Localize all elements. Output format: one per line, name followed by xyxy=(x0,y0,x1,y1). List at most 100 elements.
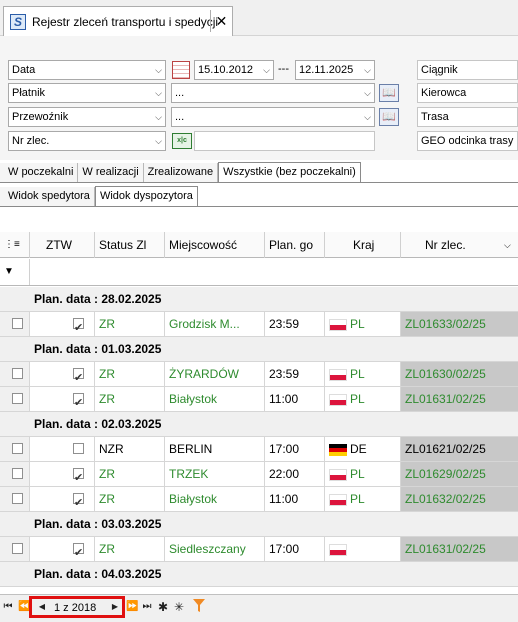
country-flag-icon xyxy=(329,443,347,456)
date-from-picker[interactable]: 15.10.2012 ⌵ xyxy=(194,60,274,80)
group-row[interactable]: Plan. data : 01.03.2025 xyxy=(0,337,518,362)
city-cell: Siedleszczany xyxy=(165,537,265,561)
book-lookup-icon[interactable]: 📖 xyxy=(379,108,399,126)
column-header-country[interactable]: Kraj xyxy=(325,232,401,258)
column-header-status[interactable]: Status Zl xyxy=(95,232,165,258)
country-cell: PL xyxy=(325,312,401,336)
chevron-down-icon: ⌵ xyxy=(364,65,371,75)
column-header-city[interactable]: Miejscowość xyxy=(165,232,265,258)
record-navigator: ⏮ ⏪ ◀ 1 z 2018 ▶ ⏩ ⏭ ✱ ✳ xyxy=(0,594,518,622)
column-header-plan-time[interactable]: Plan. go xyxy=(265,232,325,258)
row-selector[interactable] xyxy=(0,312,30,336)
filter-icon[interactable] xyxy=(193,599,205,613)
row-select-checkbox[interactable] xyxy=(12,493,23,504)
grid-header: ⋮≡ ZTW Status Zl Miejscowość Plan. go Kr… xyxy=(0,232,518,258)
country-cell: PL xyxy=(325,487,401,511)
chevron-down-icon: ⌵ xyxy=(263,65,270,75)
document-tab[interactable]: S Rejestr zleceń transportu i spedycji ✕ xyxy=(3,6,233,36)
status-cell: ZR xyxy=(95,312,165,336)
date-to-picker[interactable]: 12.11.2025 ⌵ xyxy=(295,60,375,80)
status-cell: ZR xyxy=(95,537,165,561)
tab-dispatcher-view[interactable]: Widok dyspozytora xyxy=(94,186,198,206)
table-row[interactable]: ZRGrodzisk M...23:59 PL ZL01633/02/25 xyxy=(0,312,518,337)
group-row[interactable]: Plan. data : 28.02.2025 xyxy=(0,287,518,312)
ztw-checkbox[interactable] xyxy=(73,316,84,336)
last-page-icon[interactable]: ⏭ xyxy=(141,599,153,615)
country-code: DE xyxy=(350,442,367,456)
edit-record-icon[interactable]: ✳ xyxy=(174,599,184,615)
ztw-cell xyxy=(30,437,95,461)
row-select-checkbox[interactable] xyxy=(12,543,23,554)
column-header-order-number[interactable]: Nr zlec. xyxy=(401,232,518,258)
book-lookup-icon[interactable]: 📖 xyxy=(379,84,399,102)
payer-value-select[interactable]: ... ⌵ xyxy=(171,83,375,103)
group-row[interactable]: Plan. data : 03.03.2025 xyxy=(0,512,518,537)
excel-icon[interactable]: x|c xyxy=(172,133,192,149)
row-select-checkbox[interactable] xyxy=(12,368,23,379)
prev-group-icon[interactable]: ⏪ xyxy=(18,599,30,615)
payer-select[interactable]: Płatnik ⌵ xyxy=(8,83,166,103)
row-selector[interactable] xyxy=(0,362,30,386)
order-number-cell: ZL01629/02/25 xyxy=(401,462,518,486)
ztw-checkbox[interactable] xyxy=(73,443,84,454)
ztw-checkbox[interactable] xyxy=(73,366,84,386)
ztw-checkbox[interactable] xyxy=(73,391,84,411)
row-selector[interactable] xyxy=(0,387,30,411)
row-selector[interactable] xyxy=(0,462,30,486)
date-to-value: 12.11.2025 xyxy=(299,64,354,76)
order-number-cell: ZL01631/02/25 xyxy=(401,387,518,411)
ztw-checkbox[interactable] xyxy=(73,491,84,511)
carrier-value-select[interactable]: ... ⌵ xyxy=(171,107,375,127)
row-selector[interactable] xyxy=(0,487,30,511)
close-tab-icon[interactable]: ✕ xyxy=(210,10,232,32)
filter-funnel-icon[interactable]: ▼ xyxy=(0,259,30,285)
column-header-ztw[interactable]: ZTW xyxy=(30,232,95,258)
geo-route-filter[interactable]: GEO odcinka trasy xyxy=(417,131,518,151)
calendar-icon[interactable] xyxy=(172,61,190,79)
tab-all[interactable]: Wszystkie (bez poczekalni) xyxy=(218,162,361,182)
carrier-select[interactable]: Przewoźnik ⌵ xyxy=(8,107,166,127)
table-row[interactable]: NZR BERLIN 17:00 DE ZL01621/02/25 xyxy=(0,437,518,462)
column-chooser-icon[interactable]: ⋮≡ xyxy=(0,232,30,258)
country-code: PL xyxy=(350,492,365,506)
add-record-icon[interactable]: ✱ xyxy=(158,599,168,615)
plan-time-cell: 11:00 xyxy=(265,387,325,411)
route-filter[interactable]: Trasa xyxy=(417,107,518,127)
order-number-input[interactable] xyxy=(194,131,375,151)
tractor-filter[interactable]: Ciągnik xyxy=(417,60,518,80)
row-select-checkbox[interactable] xyxy=(12,468,23,479)
ztw-checkbox[interactable] xyxy=(73,541,84,561)
tab-waiting[interactable]: W poczekalni xyxy=(0,163,79,182)
date-type-select[interactable]: Data ⌵ xyxy=(8,60,166,80)
tab-forwarder-view[interactable]: Widok spedytora xyxy=(0,187,95,206)
tab-completed[interactable]: Zrealizowane xyxy=(143,163,219,182)
row-selector[interactable] xyxy=(0,437,30,461)
row-select-checkbox[interactable] xyxy=(12,393,23,404)
country-cell xyxy=(325,537,401,561)
table-row[interactable]: ZRTRZEK22:00 PL ZL01629/02/25 xyxy=(0,462,518,487)
row-select-checkbox[interactable] xyxy=(12,443,23,454)
table-row[interactable]: ZRŻYRARDÓW23:59 PL ZL01630/02/25 xyxy=(0,362,518,387)
status-tabs: W poczekalni W realizacji Zrealizowane W… xyxy=(0,162,361,182)
next-group-icon[interactable]: ⏩ xyxy=(126,599,138,615)
table-row[interactable]: ZRBiałystok11:00 PL ZL01631/02/25 xyxy=(0,387,518,412)
status-cell: NZR xyxy=(95,437,165,461)
tab-in-progress[interactable]: W realizacji xyxy=(78,163,144,182)
ztw-checkbox[interactable] xyxy=(73,466,84,486)
group-row[interactable]: Plan. data : 02.03.2025 xyxy=(0,412,518,437)
table-row[interactable]: ZRSiedleszczany17:00 ZL01631/02/25 xyxy=(0,537,518,562)
group-label: Plan. data : 02.03.2025 xyxy=(34,417,162,431)
table-row[interactable]: ZRBiałystok11:00 PL ZL01632/02/25 xyxy=(0,487,518,512)
first-page-icon[interactable]: ⏮ xyxy=(3,599,13,615)
grid-filter-input[interactable] xyxy=(30,259,518,285)
row-select-checkbox[interactable] xyxy=(12,318,23,329)
chevron-down-icon: ⌵ xyxy=(155,112,162,122)
order-number-select[interactable]: Nr zlec. ⌵ xyxy=(8,131,166,151)
plan-time-cell: 17:00 xyxy=(265,537,325,561)
country-code: PL xyxy=(350,317,365,331)
order-number-cell: ZL01632/02/25 xyxy=(401,487,518,511)
driver-filter[interactable]: Kierowca xyxy=(417,83,518,103)
date-type-value: Data xyxy=(12,64,36,76)
group-row[interactable]: Plan. data : 04.03.2025 xyxy=(0,562,518,587)
row-selector[interactable] xyxy=(0,537,30,561)
